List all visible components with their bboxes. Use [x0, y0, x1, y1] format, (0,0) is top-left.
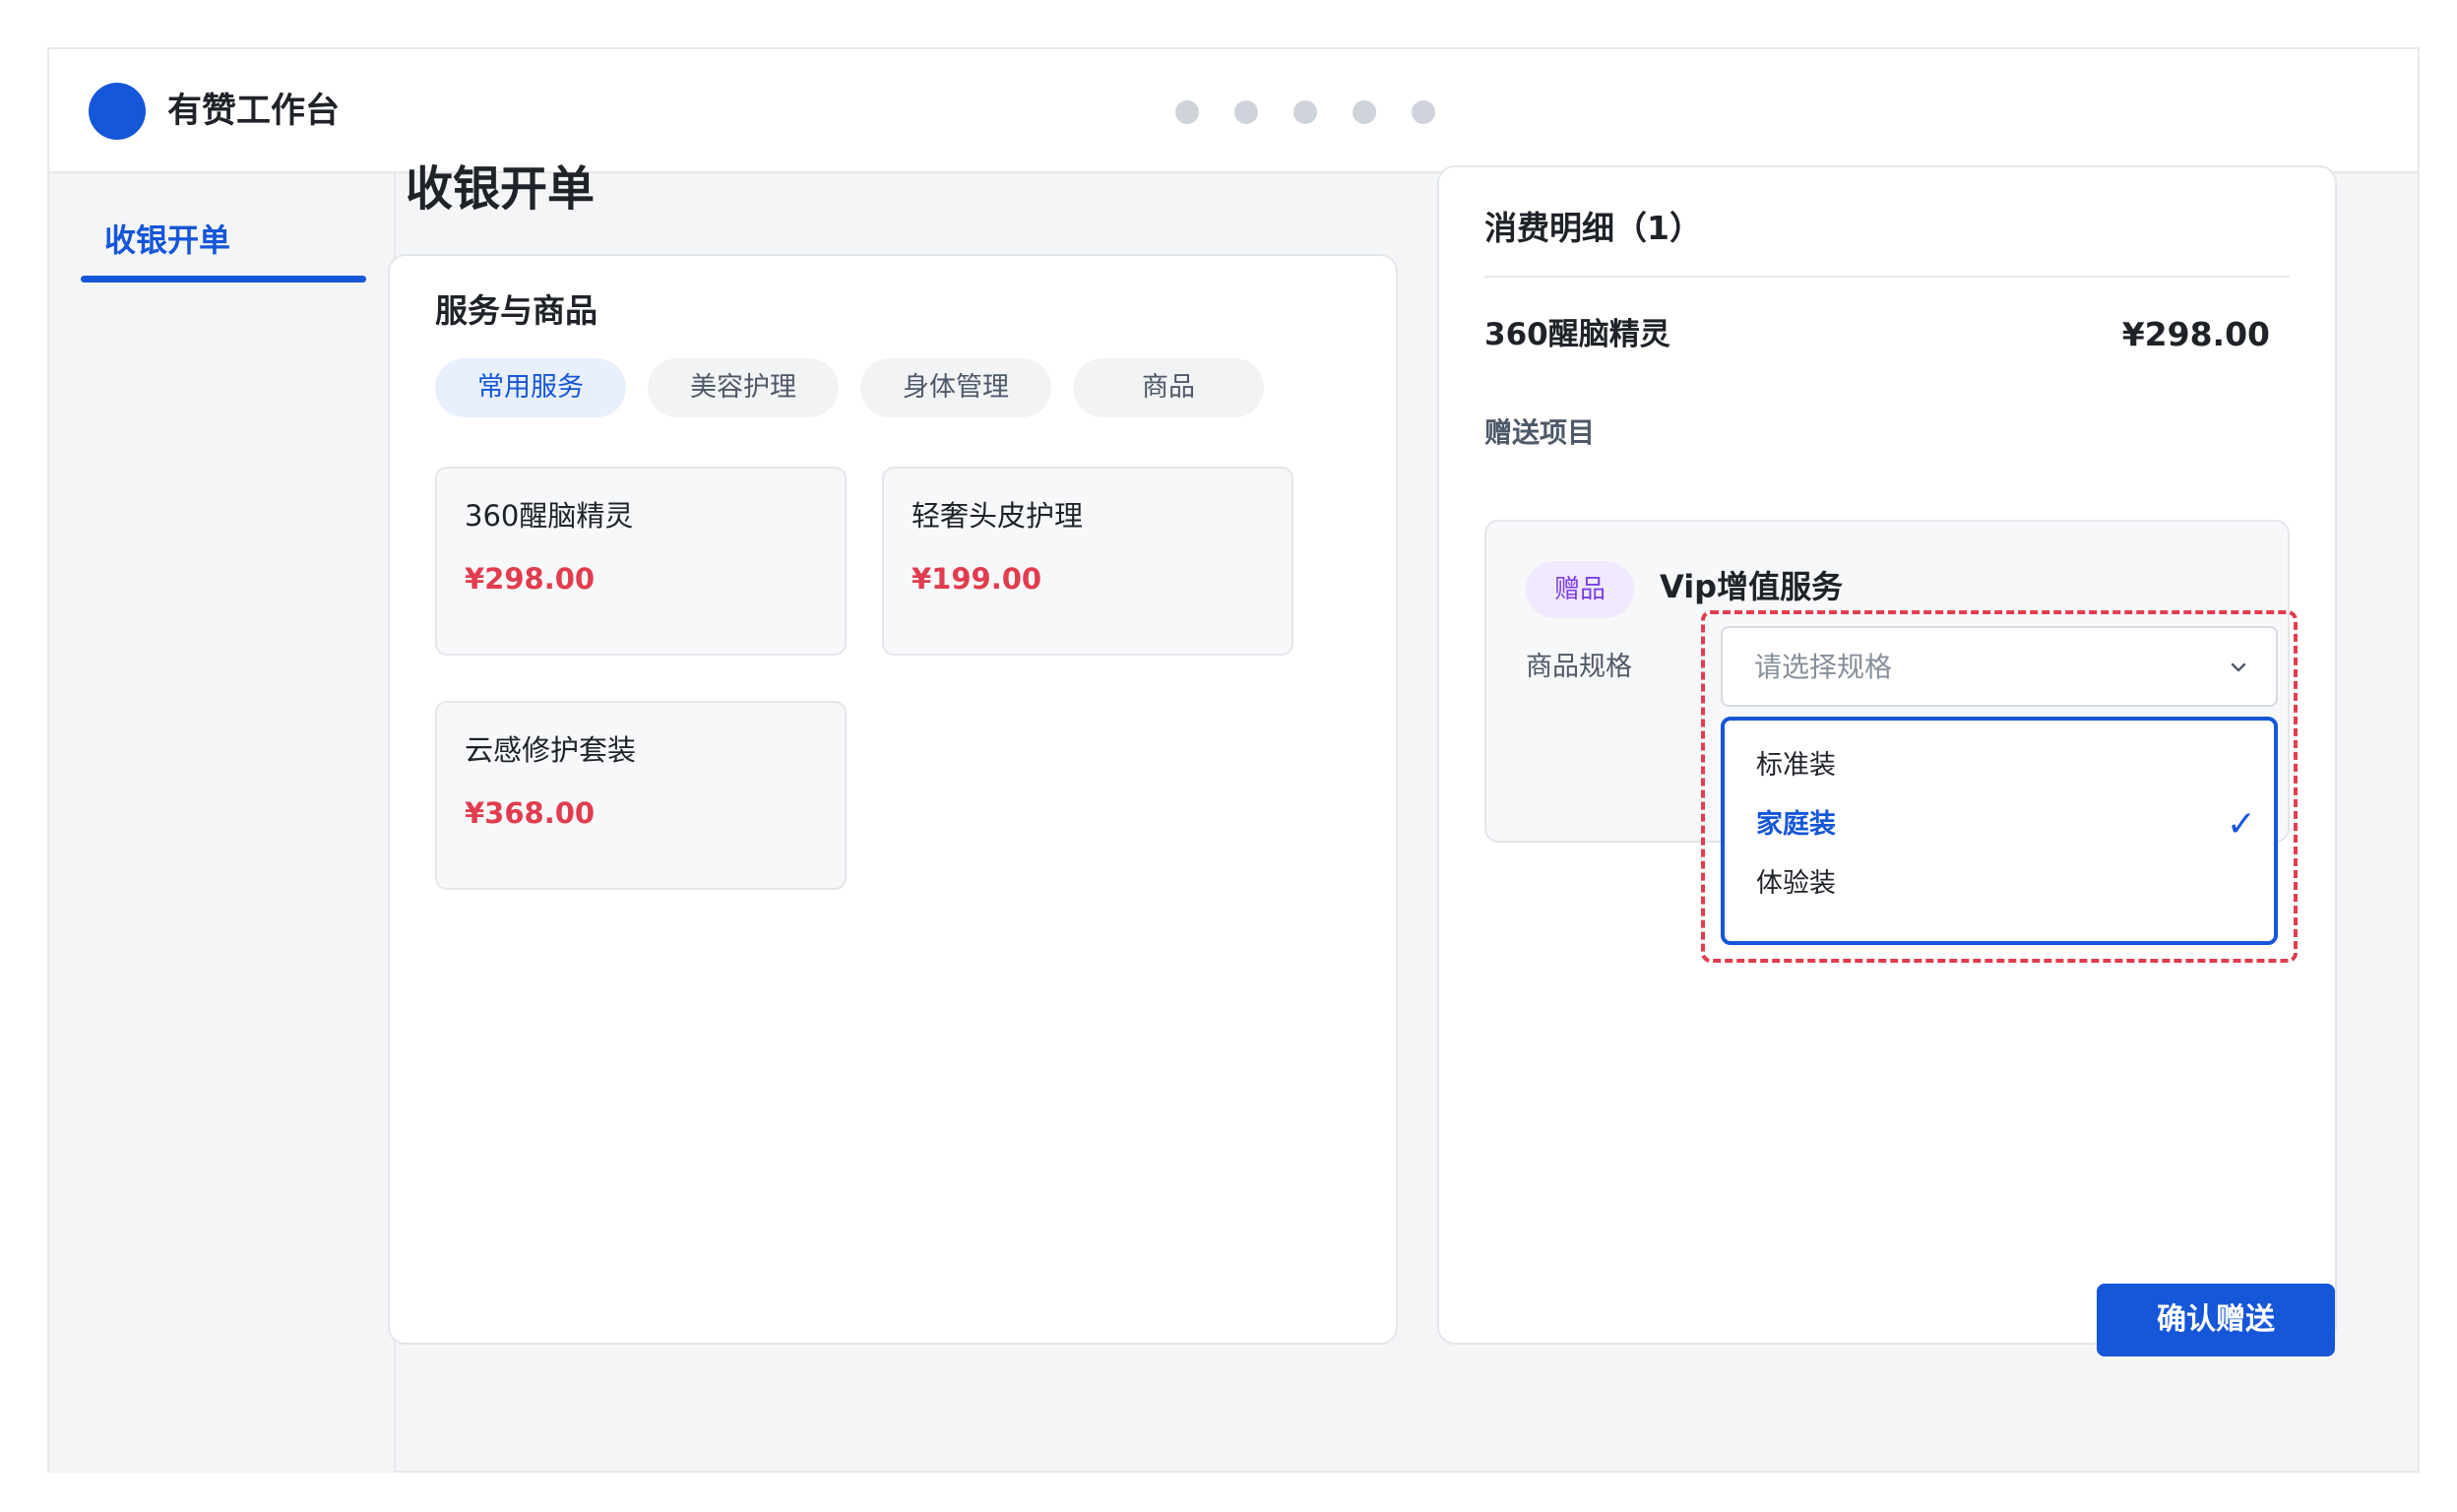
top-nav-dot-icon[interactable]: [1175, 100, 1199, 124]
gift-section-label: 赠送项目: [1484, 416, 1596, 449]
confirm-gift-button[interactable]: 确认赠送: [2097, 1284, 2335, 1356]
service-card[interactable]: 云感修护套装 ¥368.00: [435, 701, 847, 890]
top-nav-dot-icon[interactable]: [1353, 100, 1376, 124]
service-card[interactable]: 轻奢头皮护理 ¥199.00: [882, 467, 1293, 656]
service-card-name: 360醒脑精灵: [465, 499, 634, 533]
page-title: 收银开单: [406, 161, 596, 217]
check-icon: ✓: [2226, 804, 2256, 845]
order-line-name: 360醒脑精灵: [1484, 317, 1670, 352]
services-title: 服务与商品: [435, 291, 598, 330]
spec-option-family[interactable]: 家庭装: [1756, 805, 1836, 845]
sidebar-active-indicator: [81, 276, 366, 283]
tab-beauty-care[interactable]: 美容护理: [648, 358, 839, 417]
logo-icon: [89, 83, 146, 140]
tab-body-management[interactable]: 身体管理: [860, 358, 1051, 417]
top-nav-dot-icon[interactable]: [1412, 100, 1435, 124]
app-title: 有赞工作台: [167, 92, 341, 131]
service-card[interactable]: 360醒脑精灵 ¥298.00: [435, 467, 847, 656]
service-card-name: 云感修护套装: [465, 733, 637, 767]
order-line-price: ¥298.00: [2121, 315, 2270, 353]
spec-option-trial[interactable]: 体验装: [1756, 864, 1836, 904]
spec-dropdown-menu: 标准装 家庭装 ✓ 体验装: [1721, 717, 2278, 945]
service-card-price: ¥368.00: [465, 796, 596, 830]
order-divider: [1484, 276, 2290, 278]
gift-badge: 赠品: [1526, 561, 1634, 618]
service-card-name: 轻奢头皮护理: [912, 499, 1084, 533]
services-panel: 服务与商品 常用服务 美容护理 身体管理 商品 360醒脑精灵 ¥298.00 …: [388, 254, 1398, 1345]
tab-products[interactable]: 商品: [1073, 358, 1264, 417]
spec-label: 商品规格: [1526, 652, 1632, 682]
sidebar: 收银开单: [49, 173, 396, 1473]
spec-option-standard[interactable]: 标准装: [1756, 746, 1836, 786]
gift-name: Vip增值服务: [1660, 568, 1844, 605]
spec-select[interactable]: 请选择规格: [1721, 626, 2278, 707]
top-nav-dot-icon[interactable]: [1293, 100, 1317, 124]
top-bar: 有赞工作台: [49, 49, 2418, 173]
order-title: 消费明细（1）: [1484, 209, 1702, 247]
spec-select-placeholder: 请选择规格: [1754, 651, 1893, 683]
chevron-down-icon: [2231, 662, 2246, 672]
service-card-price: ¥298.00: [465, 562, 596, 596]
sidebar-item-cashier[interactable]: 收银开单: [104, 219, 230, 262]
tab-common-services[interactable]: 常用服务: [435, 358, 626, 417]
service-card-price: ¥199.00: [912, 562, 1042, 596]
top-nav-dot-icon[interactable]: [1234, 100, 1258, 124]
